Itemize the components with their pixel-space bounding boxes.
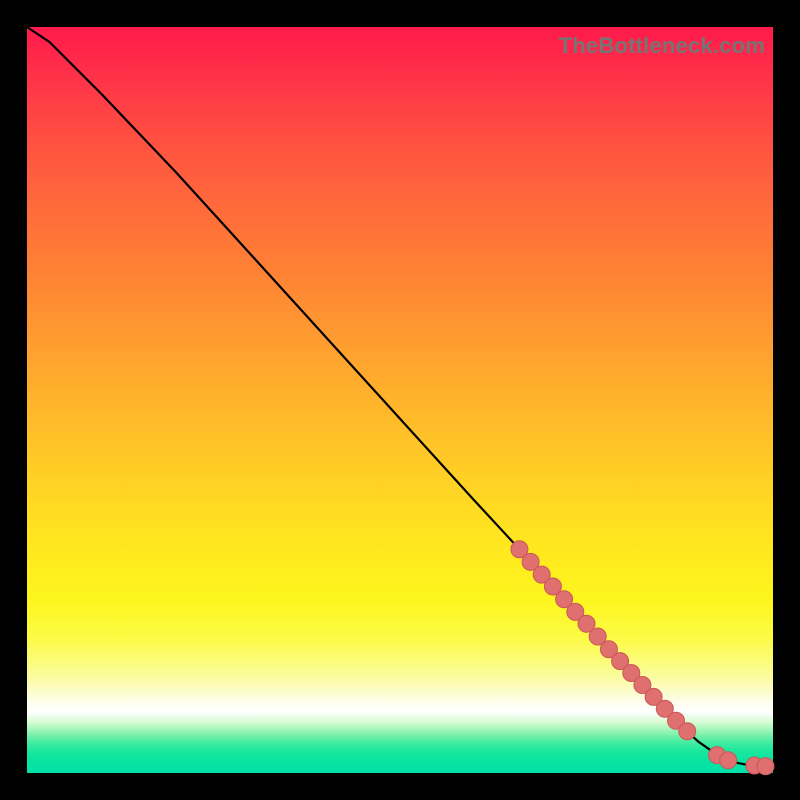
plot-area: TheBottleneck.com: [27, 27, 773, 773]
chart-frame: TheBottleneck.com: [0, 0, 800, 800]
chart-overlay: [27, 27, 773, 773]
curve-marker: [720, 752, 737, 769]
curve-marker: [679, 723, 696, 740]
bottleneck-curve: [27, 27, 773, 766]
curve-markers: [511, 541, 774, 775]
curve-marker: [757, 758, 774, 775]
